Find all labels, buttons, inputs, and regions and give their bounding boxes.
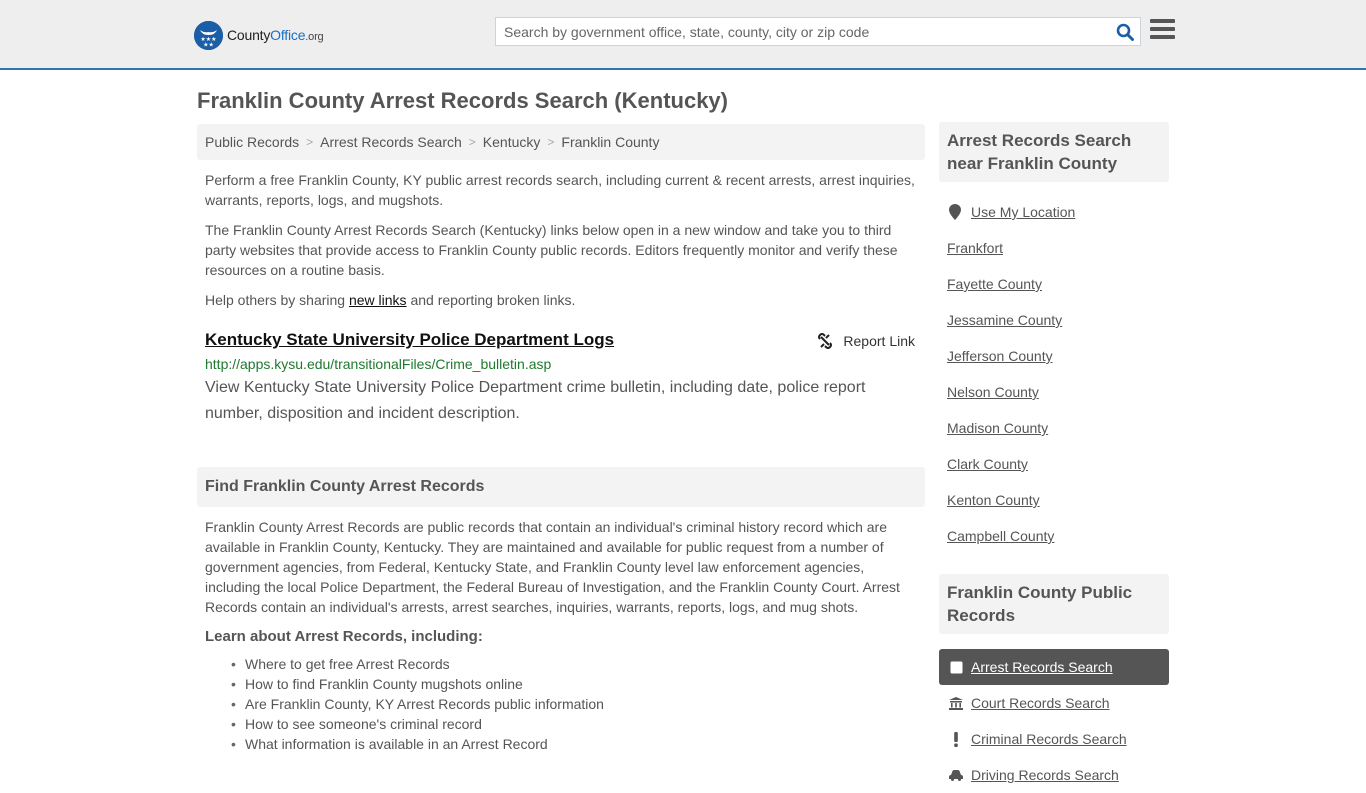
result-item: Kentucky State University Police Departm… [197,330,925,427]
breadcrumb: Public Records > Arrest Records Search >… [197,124,925,160]
nearby-item: Jefferson County [939,338,1169,374]
nearby-item: Frankfort [939,230,1169,266]
breadcrumb-separator: > [306,135,314,149]
breadcrumb-arrest-records-search[interactable]: Arrest Records Search [320,134,462,150]
site-logo[interactable]: ★★★ ★★ CountyOffice.org [194,20,324,50]
nearby-link[interactable]: Campbell County [947,528,1054,544]
nearby-item: Jessamine County [939,302,1169,338]
public-records-list: Arrest Records Search Court Records Sear… [939,649,1169,793]
nearby-link[interactable]: Madison County [947,420,1048,436]
courthouse-icon [949,696,963,710]
nearby-item: Nelson County [939,374,1169,410]
main-content: Public Records > Arrest Records Search >… [197,124,925,754]
public-records-link[interactable]: Criminal Records Search [971,731,1127,747]
breadcrumb-franklin-county[interactable]: Franklin County [561,134,659,150]
find-section-heading: Find Franklin County Arrest Records [197,467,925,507]
intro-paragraph: Perform a free Franklin County, KY publi… [205,172,915,208]
public-records-link[interactable]: Court Records Search [971,695,1110,711]
result-description: View Kentucky State University Police De… [205,379,866,422]
new-links-link[interactable]: new links [349,292,407,308]
top-header: ★★★ ★★ CountyOffice.org [0,0,1366,70]
learn-list-item: How to see someone's criminal record [231,714,925,734]
public-records-item-criminal[interactable]: Criminal Records Search [939,721,1169,757]
breadcrumb-kentucky[interactable]: Kentucky [483,134,541,150]
search-icon [1116,23,1134,41]
map-marker-icon [947,204,963,220]
public-records-link[interactable]: Driving Records Search [971,767,1119,783]
learn-list: Where to get free Arrest Records How to … [197,654,925,754]
exclamation-icon [949,731,963,747]
nearby-item: Fayette County [939,266,1169,302]
learn-list-item: What information is available in an Arre… [231,734,925,754]
search-bar [495,17,1141,46]
learn-list-item: Where to get free Arrest Records [231,654,925,674]
nearby-link[interactable]: Jessamine County [947,312,1062,328]
nearby-heading: Arrest Records Search near Franklin Coun… [939,122,1169,182]
learn-list-item: Are Franklin County, KY Arrest Records p… [231,694,925,714]
public-records-item-driving[interactable]: Driving Records Search [939,757,1169,793]
search-button[interactable] [1110,18,1140,45]
result-title-link[interactable]: Kentucky State University Police Departm… [205,330,614,350]
car-icon [949,769,963,781]
breadcrumb-separator: > [547,135,555,149]
public-records-item-arrest[interactable]: Arrest Records Search [939,649,1169,685]
use-my-location-item: Use My Location [939,194,1169,230]
sidebar: Arrest Records Search near Franklin Coun… [939,122,1169,793]
disclaimer-paragraph: The Franklin County Arrest Records Searc… [205,222,898,278]
nearby-link[interactable]: Fayette County [947,276,1042,292]
public-records-item-court[interactable]: Court Records Search [939,685,1169,721]
square-icon [949,661,963,674]
breadcrumb-public-records[interactable]: Public Records [205,134,299,150]
nearby-item: Kenton County [939,482,1169,518]
public-records-heading: Franklin County Public Records [939,574,1169,634]
share-links-paragraph: Help others by sharing new links and rep… [205,292,576,308]
report-link-button[interactable]: Report Link [817,333,915,349]
learn-list-item: How to find Franklin County mugshots onl… [231,674,925,694]
eagle-stars-logo-icon: ★★★ ★★ [194,20,223,50]
nearby-link[interactable]: Kenton County [947,492,1040,508]
nearby-list: Use My Location Frankfort Fayette County… [939,194,1169,554]
public-records-link[interactable]: Arrest Records Search [971,659,1113,675]
page-title: Franklin County Arrest Records Search (K… [197,88,728,113]
search-input[interactable] [496,18,1110,45]
nearby-link[interactable]: Frankfort [947,240,1003,256]
find-section-body: Franklin County Arrest Records are publi… [205,519,900,615]
learn-heading: Learn about Arrest Records, including: [205,628,483,645]
nearby-link[interactable]: Jefferson County [947,348,1053,364]
logo-text: CountyOffice.org [227,27,324,43]
breadcrumb-separator: > [468,135,476,149]
nearby-item: Campbell County [939,518,1169,554]
nearby-item: Clark County [939,446,1169,482]
nearby-link[interactable]: Nelson County [947,384,1039,400]
broken-link-icon [817,333,833,349]
nearby-item: Madison County [939,410,1169,446]
hamburger-menu-icon[interactable] [1150,19,1175,41]
nearby-link[interactable]: Clark County [947,456,1028,472]
svg-text:★★: ★★ [203,41,214,48]
use-my-location-link[interactable]: Use My Location [971,204,1075,220]
result-url: http://apps.kysu.edu/transitionalFiles/C… [205,356,552,372]
